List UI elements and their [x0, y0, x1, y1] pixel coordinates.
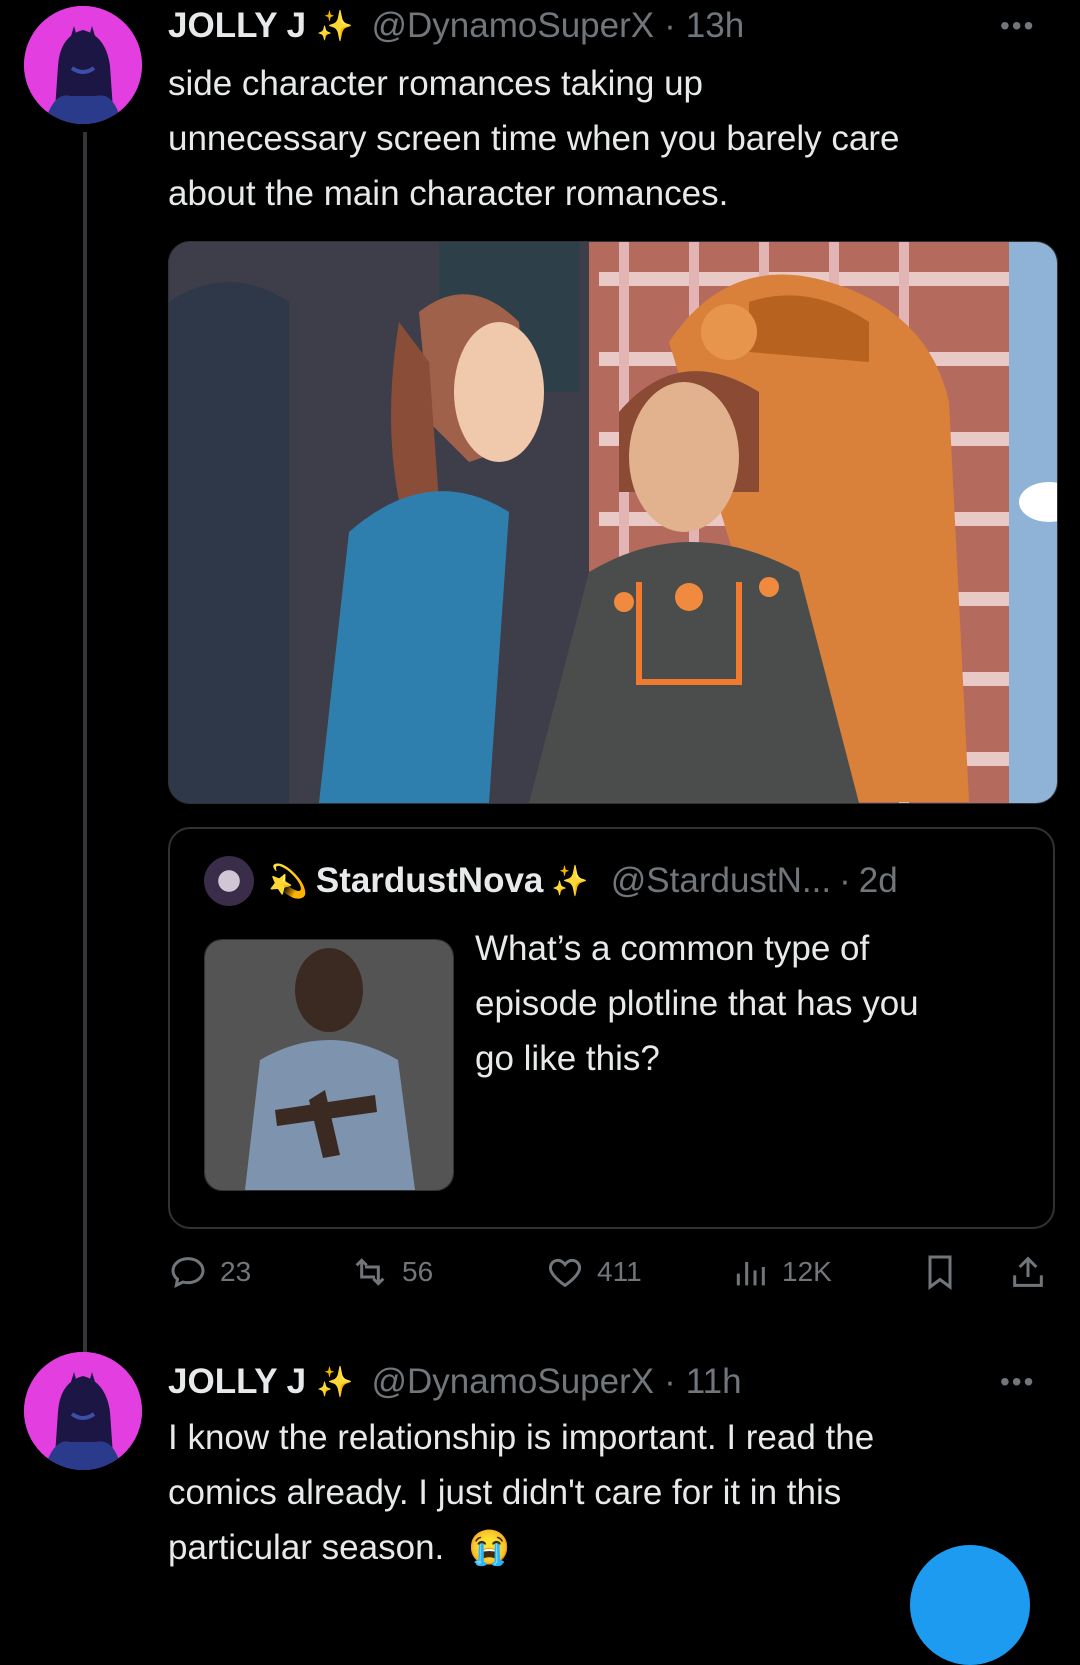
more-options-icon[interactable]: ••• — [1000, 1366, 1035, 1398]
reply-button[interactable]: 23 — [168, 1252, 251, 1292]
quoted-avatar[interactable] — [204, 856, 254, 906]
bookmark-button[interactable] — [920, 1252, 960, 1292]
like-count: 411 — [597, 1256, 642, 1287]
quoted-user-handle[interactable]: @StardustN... — [611, 861, 831, 901]
user-handle[interactable]: @DynamoSuperX — [372, 6, 655, 46]
man-gesture-photo — [205, 940, 453, 1190]
views-chart-icon — [736, 1262, 765, 1286]
sparkles-icon: ✨ — [551, 864, 589, 898]
tweet-text-line: I know the relationship is important. I … — [168, 1418, 875, 1457]
animated-scene-image — [169, 242, 1057, 803]
retweet-icon — [355, 1258, 385, 1286]
dizzy-icon: 💫 — [268, 863, 308, 899]
retweet-count: 56 — [402, 1256, 434, 1287]
reply-icon — [171, 1257, 205, 1289]
heart-icon — [548, 1258, 582, 1288]
avatar[interactable] — [24, 1352, 142, 1470]
avatar-image — [24, 1352, 142, 1470]
quoted-display-name[interactable]: StardustNova — [316, 861, 544, 901]
tweet-text-segment: particular season. — [168, 1528, 445, 1567]
crying-face-icon: 😭 — [468, 1529, 511, 1567]
quoted-text-line: episode plotline that has you — [475, 984, 919, 1023]
tweet-header: JOLLY J ✨ @DynamoSuperX · 11h — [168, 1356, 742, 1408]
quoted-media-image[interactable] — [204, 939, 454, 1191]
reply-count: 23 — [220, 1256, 252, 1287]
quoted-text-line: go like this? — [475, 1039, 660, 1078]
quoted-tweet-card[interactable]: 💫 StardustNova ✨ @StardustN... · 2d What… — [168, 827, 1055, 1229]
share-button[interactable] — [1008, 1252, 1048, 1292]
share-icon — [1013, 1256, 1043, 1287]
quoted-text-line: What’s a common type of — [475, 929, 870, 968]
compose-button[interactable] — [910, 1545, 1030, 1665]
timestamp[interactable]: 13h — [686, 6, 744, 46]
views-button[interactable]: 12K — [730, 1252, 832, 1292]
sparkles-icon: ✨ — [316, 9, 354, 43]
tweet-text-line: about the main character romances. — [168, 174, 729, 213]
quoted-timestamp: 2d — [858, 861, 898, 900]
tweet-text-line: comics already. I just didn't care for i… — [168, 1473, 842, 1512]
tweet-media-image[interactable] — [168, 241, 1058, 804]
display-name[interactable]: JOLLY J — [168, 1362, 306, 1402]
separator-dot: · — [839, 861, 851, 900]
tweet-text-line: side character romances taking up — [168, 64, 703, 103]
separator-dot: · — [664, 6, 676, 45]
separator-dot: · — [664, 1362, 676, 1401]
timestamp[interactable]: 11h — [686, 1362, 742, 1402]
avatar-image — [24, 6, 142, 124]
display-name[interactable]: JOLLY J — [168, 6, 306, 46]
tweet-header: JOLLY J ✨ @DynamoSuperX · 13h — [168, 0, 744, 52]
tweet-text: I know the relationship is important. I … — [168, 1410, 1058, 1576]
bookmark-icon — [928, 1255, 952, 1290]
sparkles-icon: ✨ — [316, 1365, 354, 1399]
retweet-button[interactable]: 56 — [350, 1252, 433, 1292]
tweet-text-line: unnecessary screen time when you barely … — [168, 119, 900, 158]
quoted-tweet-text: What’s a common type of episode plotline… — [475, 921, 1035, 1086]
views-count: 12K — [782, 1256, 832, 1287]
quoted-tweet-header: 💫 StardustNova ✨ @StardustN... · 2d — [204, 855, 898, 907]
tweet-text: side character romances taking up unnece… — [168, 56, 1058, 221]
more-options-icon[interactable]: ••• — [1000, 10, 1035, 42]
user-handle[interactable]: @DynamoSuperX — [372, 1362, 655, 1402]
like-button[interactable]: 411 — [545, 1252, 642, 1292]
thread-line — [83, 132, 87, 1357]
avatar[interactable] — [24, 6, 142, 124]
